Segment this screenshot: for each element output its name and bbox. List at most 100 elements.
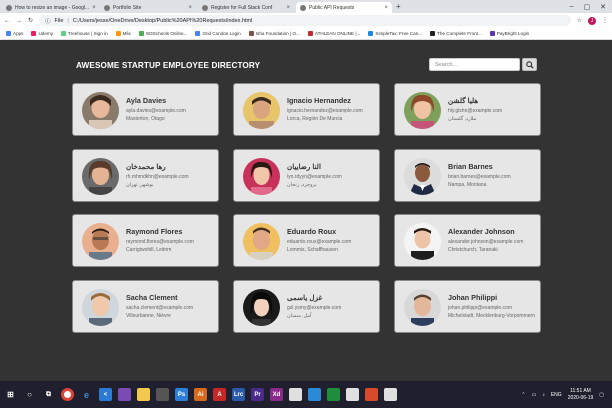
employee-email: sacha.clement@example.com [126, 305, 194, 311]
bookmark-item[interactable]: Udemy [31, 31, 53, 36]
bookmark-item[interactable]: Apps [6, 31, 23, 36]
back-icon[interactable]: ← [4, 18, 10, 24]
bookmark-item[interactable]: Isha Foundation | O... [248, 31, 300, 36]
w3schools-icon [138, 31, 144, 36]
app-icon[interactable] [118, 388, 131, 401]
bookmark-item[interactable]: PayBright Login [489, 31, 529, 36]
employee-card[interactable]: Sacha Clement sacha.clement@example.com … [72, 280, 219, 333]
employee-card[interactable]: Raymond Flores raymond.flores@example.co… [72, 214, 219, 267]
employee-location: ملارد, گلستان [448, 116, 477, 122]
bookmark-item[interactable]: ATHLEAN ONLINE |... [307, 31, 360, 36]
employee-name: رها محمدخان [126, 162, 166, 171]
acrobat-icon[interactable]: A [213, 388, 226, 401]
language-indicator[interactable]: ENG [551, 392, 562, 398]
bookmark-item[interactable]: Treehouse | Sign in [61, 31, 108, 36]
network-icon[interactable]: ▭ [532, 392, 537, 398]
avatar [82, 289, 119, 326]
premiere-icon[interactable]: Pr [251, 388, 264, 401]
avatar [243, 223, 280, 260]
complete-front-icon [430, 31, 436, 36]
employee-card[interactable]: النا رضاییان lyn.rdyyn@example.com بروجر… [233, 149, 380, 202]
search-button[interactable] [522, 58, 537, 71]
search-icon[interactable]: ○ [23, 388, 36, 401]
employee-name: Johan Philippi [448, 293, 498, 302]
employee-card[interactable]: Johan Philippi johan.philippi@example.co… [394, 280, 541, 333]
edge-icon[interactable]: e [80, 388, 93, 401]
employee-card[interactable]: Ayla Davies ayla.davies@example.com Mast… [72, 83, 219, 136]
browser-tab-3[interactable]: Register for Full Stack Conf × [198, 2, 294, 13]
app-icon[interactable] [156, 388, 169, 401]
page-title: AWESOME STARTUP EMPLOYEE DIRECTORY [76, 61, 261, 70]
close-icon[interactable]: × [286, 5, 290, 11]
address-bar[interactable]: ⓘ File | C:/Users/jesse/OneDrive/Desktop… [39, 15, 571, 26]
isha-icon [248, 31, 254, 36]
close-icon[interactable]: × [188, 5, 192, 11]
apps-icon [6, 31, 11, 36]
tab-strip: How to resize an image - Googl... × Portf… [0, 0, 612, 13]
forward-icon[interactable]: → [16, 18, 22, 24]
app-icon[interactable] [346, 388, 359, 401]
info-icon[interactable]: ⓘ [45, 17, 51, 25]
employee-card[interactable]: Eduardo Roux eduardo.roux@example.com Lo… [233, 214, 380, 267]
vscode-icon[interactable]: < [99, 388, 112, 401]
employee-card[interactable]: Alexander Johnson alexander.johnson@exam… [394, 214, 541, 267]
mail-icon[interactable] [308, 388, 321, 401]
employee-card[interactable]: Brian Barnes brian.barnes@example.com Na… [394, 149, 541, 202]
employee-card[interactable]: رها محمدخان rh.mhmdkhn@example.com بوشهر… [72, 149, 219, 202]
clock[interactable]: 11:51 AM 2020-06-19 [568, 388, 594, 402]
app-icon[interactable] [289, 388, 302, 401]
profile-avatar[interactable]: J [588, 16, 596, 25]
employee-email: ignacio.hernandez@example.com [287, 108, 363, 114]
employee-email: gzl.ysmy@example.com [287, 305, 342, 311]
site-favicon-icon [300, 4, 306, 11]
bookmark-item[interactable]: Grid Condos Login [195, 31, 241, 36]
chrome-icon[interactable] [61, 388, 74, 401]
chevron-up-icon[interactable]: ⌃ [521, 392, 525, 398]
tab-title: Register for Full Stack Conf [211, 4, 273, 11]
file-explorer-icon[interactable] [137, 388, 150, 401]
app-icon[interactable] [365, 388, 378, 401]
close-icon[interactable]: × [384, 5, 388, 11]
employee-email: raymond.flores@example.com [126, 239, 194, 245]
xd-icon[interactable]: Xd [270, 388, 283, 401]
windows-start-icon[interactable]: ⊞ [4, 388, 17, 401]
new-tab-icon[interactable]: + [396, 2, 401, 11]
app-icon[interactable] [384, 388, 397, 401]
avatar [243, 158, 280, 195]
volume-icon[interactable]: ♪ [542, 392, 545, 398]
system-tray: ⌃ ▭ ♪ ENG 11:51 AM 2020-06-19 ▢ [521, 388, 612, 402]
reload-icon[interactable]: ↻ [28, 17, 33, 24]
bookmarks-bar: Apps Udemy Treehouse | Sign in Mlix W3Sc… [0, 28, 612, 40]
app-icon[interactable] [327, 388, 340, 401]
employee-card[interactable]: هلیا گلشن hly.glshn@example.com ملارد, گ… [394, 83, 541, 136]
bookmark-item[interactable]: Mlix [115, 31, 131, 36]
notification-icon[interactable]: ▢ [599, 392, 604, 398]
bookmark-item[interactable]: The Complete Front... [430, 31, 482, 36]
paybright-icon [489, 31, 495, 36]
task-view-icon[interactable]: ⧉ [42, 388, 55, 401]
bookmark-item[interactable]: SimpleTax: Free Can... [368, 31, 422, 36]
star-icon[interactable]: ☆ [577, 17, 582, 24]
avatar [404, 289, 441, 326]
employee-name: Alexander Johnson [448, 227, 515, 236]
minimize-icon[interactable]: – [570, 3, 574, 11]
browser-tab-1[interactable]: How to resize an image - Googl... × [2, 2, 98, 13]
lightroom-icon[interactable]: Lrc [232, 388, 245, 401]
employee-card[interactable]: غزل یاسمی gzl.ysmy@example.com آمل, سمنا… [233, 280, 380, 333]
illustrator-icon[interactable]: Ai [194, 388, 207, 401]
menu-icon[interactable]: ⋮ [602, 17, 608, 24]
maximize-icon[interactable]: ▢ [584, 3, 591, 11]
photoshop-icon[interactable]: Ps [175, 388, 188, 401]
browser-tab-2[interactable]: Portfolio Site × [100, 2, 196, 13]
treehouse-icon [61, 31, 67, 36]
bookmark-item[interactable]: W3Schools Online... [138, 31, 187, 36]
simpletax-icon [368, 31, 374, 36]
close-icon[interactable]: × [92, 5, 96, 11]
browser-tab-4[interactable]: Public API Requests × [296, 2, 392, 13]
employee-card[interactable]: Ignacio Hernandez ignacio.hernandez@exam… [233, 83, 380, 136]
search-input[interactable] [429, 58, 520, 71]
close-window-icon[interactable]: ✕ [600, 3, 606, 11]
address-prefix: File [54, 17, 64, 24]
page-content: AWESOME STARTUP EMPLOYEE DIRECTORY Ayla … [0, 40, 612, 381]
site-favicon-icon [104, 4, 110, 11]
